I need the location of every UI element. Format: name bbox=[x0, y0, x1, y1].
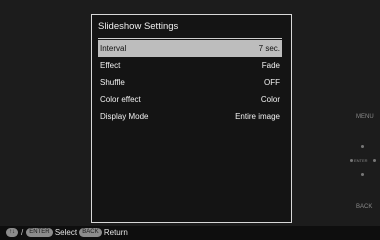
row-label: Interval bbox=[100, 44, 127, 53]
row-label: Color effect bbox=[100, 95, 141, 104]
dialog-title: Slideshow Settings bbox=[98, 21, 179, 32]
row-label: Shuffle bbox=[100, 78, 125, 87]
hint-separator: / bbox=[21, 228, 24, 237]
screen: Slideshow Settings Interval 7 sec. Effec… bbox=[0, 0, 380, 240]
row-label: Display Mode bbox=[100, 112, 149, 121]
arrow-keys-icon: ↑↓ bbox=[6, 227, 18, 237]
row-value: Color bbox=[260, 95, 280, 104]
back-button-label[interactable]: BACK bbox=[356, 204, 372, 210]
pad-enter-label: ENTER bbox=[354, 158, 368, 163]
title-divider bbox=[98, 38, 282, 39]
enter-key-icon: ENTER bbox=[26, 227, 53, 237]
back-key-icon: BACK bbox=[79, 227, 102, 237]
settings-row-interval[interactable]: Interval 7 sec. bbox=[98, 40, 282, 57]
row-value: 7 sec. bbox=[258, 44, 280, 53]
pad-up-dot bbox=[361, 145, 364, 148]
pad-left-dot bbox=[350, 159, 353, 162]
direction-pad[interactable]: ENTER bbox=[348, 143, 378, 179]
pad-down-dot bbox=[361, 173, 364, 176]
footer-hint-bar: ↑↓ / ENTER Select BACK Return bbox=[0, 226, 380, 240]
menu-button-label[interactable]: MENU bbox=[356, 114, 374, 120]
settings-row-color-effect[interactable]: Color effect Color bbox=[98, 91, 282, 108]
row-label: Effect bbox=[100, 61, 121, 70]
row-value: Fade bbox=[261, 61, 280, 70]
row-value: OFF bbox=[264, 78, 280, 87]
settings-row-shuffle[interactable]: Shuffle OFF bbox=[98, 74, 282, 91]
slideshow-settings-dialog: Slideshow Settings Interval 7 sec. Effec… bbox=[91, 14, 292, 223]
settings-row-display-mode[interactable]: Display Mode Entire image bbox=[98, 108, 282, 125]
settings-list: Interval 7 sec. Effect Fade Shuffle OFF … bbox=[98, 40, 282, 125]
return-hint: Return bbox=[103, 228, 128, 237]
row-value: Entire image bbox=[235, 112, 280, 121]
settings-row-effect[interactable]: Effect Fade bbox=[98, 57, 282, 74]
pad-right-dot bbox=[373, 159, 376, 162]
select-hint: Select bbox=[54, 228, 78, 237]
